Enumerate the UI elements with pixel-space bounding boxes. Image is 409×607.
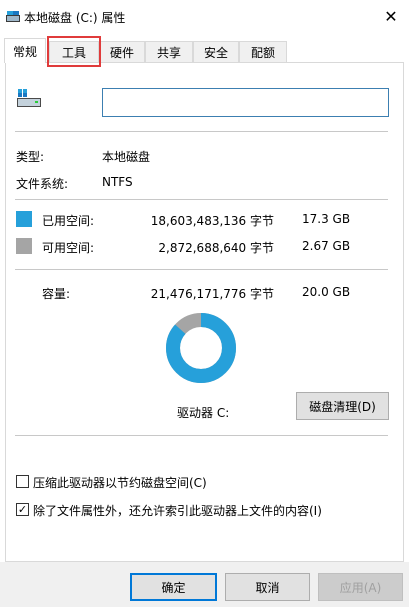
compress-label: 压缩此驱动器以节约磁盘空间(C) <box>33 476 207 490</box>
type-label: 类型: <box>16 150 45 164</box>
drive-letter-label: 驱动器 C: <box>177 406 230 420</box>
used-space-label: 已用空间: <box>42 214 95 228</box>
apply-button[interactable]: 应用(A) <box>318 573 403 601</box>
ok-button[interactable]: 确定 <box>130 573 217 601</box>
tab-strip: 常规 工具 硬件 共享 安全 配额 <box>0 38 409 63</box>
tab-hardware[interactable]: 硬件 <box>99 41 145 62</box>
capacity-size: 20.0 GB <box>302 285 351 299</box>
close-button[interactable]: ✕ <box>378 4 404 28</box>
type-value: 本地磁盘 <box>102 150 151 164</box>
tab-label: 配额 <box>250 45 275 60</box>
used-space-size: 17.3 GB <box>302 212 351 226</box>
free-space-size: 2.67 GB <box>302 239 351 253</box>
divider <box>15 199 388 200</box>
tab-sharing[interactable]: 共享 <box>145 41 193 62</box>
index-checkbox[interactable]: ✓ <box>16 503 29 516</box>
disk-cleanup-button[interactable]: 磁盘清理(D) <box>296 392 389 420</box>
title-bar: 本地磁盘 (C:) 属性 ✕ <box>0 0 409 34</box>
free-space-bytes: 2,872,688,640 字节 <box>158 241 274 255</box>
hard-drive-icon <box>17 89 41 107</box>
capacity-label: 容量: <box>42 287 71 301</box>
compress-checkbox[interactable] <box>16 475 29 488</box>
drive-name-input[interactable] <box>102 88 389 117</box>
cancel-button[interactable]: 取消 <box>225 573 310 601</box>
tab-label: 安全 <box>203 45 228 60</box>
divider <box>15 435 388 436</box>
tab-label: 硬件 <box>109 45 134 60</box>
tab-label: 共享 <box>156 45 181 60</box>
window-title: 本地磁盘 (C:) 属性 <box>24 11 126 25</box>
tab-label: 工具 <box>61 45 86 60</box>
used-space-swatch <box>16 211 32 227</box>
divider <box>15 131 388 132</box>
used-space-bytes: 18,603,483,136 字节 <box>150 214 274 228</box>
divider <box>15 269 388 270</box>
close-icon: ✕ <box>384 6 398 26</box>
free-space-label: 可用空间: <box>42 241 95 255</box>
tab-security[interactable]: 安全 <box>193 41 239 62</box>
tab-general[interactable]: 常规 <box>4 38 46 63</box>
index-label: 除了文件属性外，还允许索引此驱动器上文件的内容(I) <box>33 504 322 518</box>
tab-quota[interactable]: 配额 <box>239 41 287 62</box>
filesystem-value: NTFS <box>102 175 133 189</box>
tab-label: 常规 <box>12 44 37 59</box>
free-space-swatch <box>16 238 32 254</box>
tab-tools[interactable]: 工具 <box>49 41 99 62</box>
filesystem-label: 文件系统: <box>16 177 69 191</box>
usage-donut <box>166 313 236 383</box>
drive-icon <box>6 11 20 22</box>
capacity-bytes: 21,476,171,776 字节 <box>150 287 274 301</box>
